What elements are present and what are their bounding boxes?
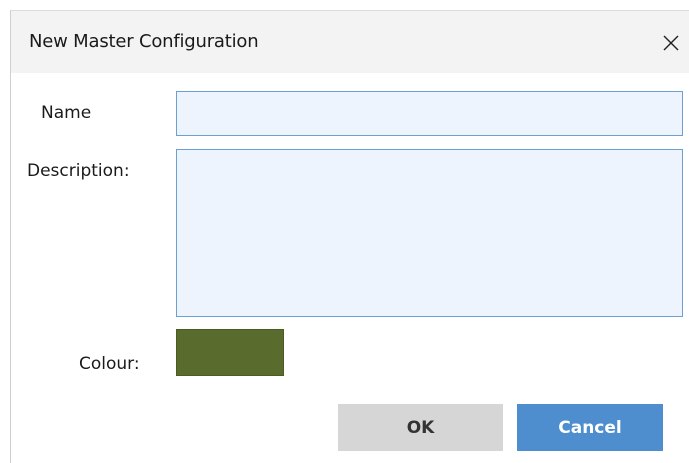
name-input[interactable] <box>176 91 683 136</box>
new-master-configuration-dialog: New Master Configuration Name Descriptio… <box>10 10 689 463</box>
name-label: Name <box>41 103 92 123</box>
dialog-title: New Master Configuration <box>29 31 259 52</box>
close-icon <box>663 35 679 51</box>
cancel-button[interactable]: Cancel <box>517 404 663 451</box>
ok-button[interactable]: OK <box>338 404 503 451</box>
colour-label: Colour: <box>79 354 140 374</box>
description-label: Description: <box>27 161 130 181</box>
close-button[interactable] <box>650 19 689 65</box>
dialog-titlebar: New Master Configuration <box>11 11 689 73</box>
description-textarea[interactable] <box>176 149 683 317</box>
colour-swatch[interactable] <box>176 329 284 376</box>
